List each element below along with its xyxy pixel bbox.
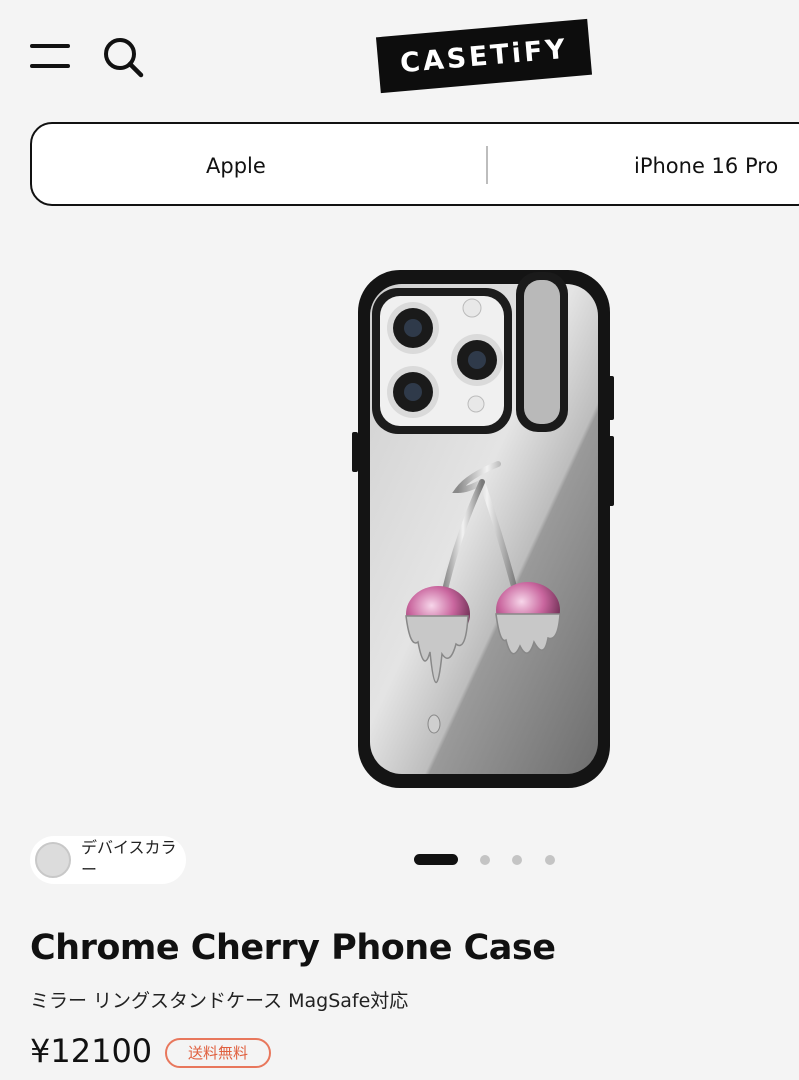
- selector-divider: [486, 146, 488, 184]
- product-subtitle: ミラー リングスタンドケース MagSafe対応: [30, 990, 409, 1012]
- carousel-dot-2[interactable]: [480, 855, 490, 865]
- header: CASETiFY: [0, 0, 799, 112]
- device-color-option[interactable]: デバイスカラー: [30, 836, 186, 884]
- menu-line: [30, 64, 70, 68]
- menu-icon[interactable]: [30, 38, 72, 74]
- search-icon[interactable]: [100, 34, 146, 80]
- product-price: ¥12100: [30, 1032, 153, 1070]
- device-color-label: デバイスカラー: [81, 838, 177, 879]
- product-title: Chrome Cherry Phone Case: [30, 928, 556, 968]
- carousel-dot-4[interactable]: [545, 855, 555, 865]
- color-swatch: [35, 842, 71, 878]
- device-brand-select[interactable]: Apple: [206, 154, 266, 178]
- carousel-dot-1[interactable]: [414, 854, 458, 865]
- device-model-select[interactable]: iPhone 16 Pro: [634, 154, 778, 178]
- brand-logo[interactable]: CASETiFY: [375, 18, 593, 94]
- product-image[interactable]: [350, 264, 620, 794]
- free-shipping-badge: 送料無料: [165, 1038, 271, 1068]
- menu-line: [30, 44, 70, 48]
- device-selector[interactable]: Apple iPhone 16 Pro: [30, 122, 799, 206]
- carousel-dot-3[interactable]: [512, 855, 522, 865]
